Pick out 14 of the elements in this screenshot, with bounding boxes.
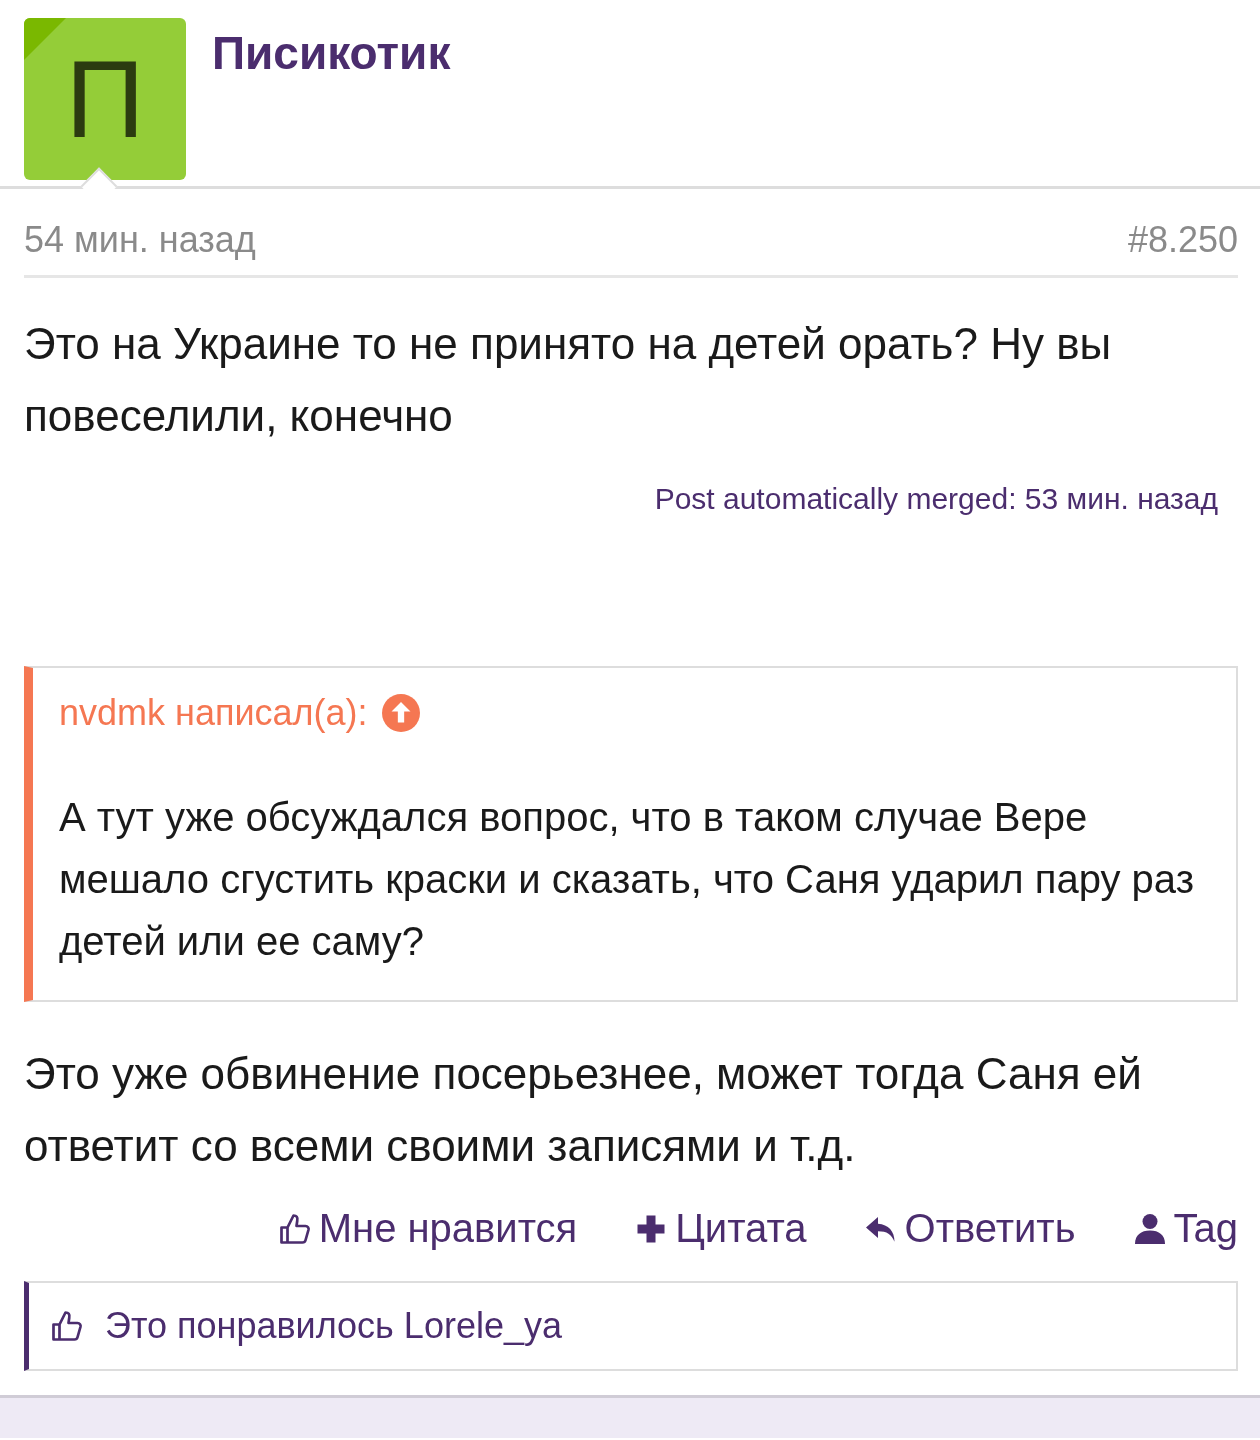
post-text: Это на Украине то не принято на детей орать? Ну вы повеселили, конечно bbox=[24, 318, 1113, 442]
quote-button[interactable]: Цитата bbox=[633, 1206, 807, 1251]
thumbs-up-icon bbox=[49, 1308, 85, 1344]
avatar[interactable]: П bbox=[24, 18, 186, 180]
likes-text: Это понравилось Lorele_ya bbox=[105, 1305, 562, 1347]
user-link[interactable]: Lorele_ya bbox=[403, 1305, 562, 1346]
merged-note: Post automatically merged: 53 мин. назад bbox=[653, 482, 1218, 516]
username[interactable]: Писикотик bbox=[212, 26, 451, 186]
post-text: Это уже обвинение посерьезнее, может тогда Саня ей ответит со всеми своими записями и т.д. bbox=[24, 1048, 1143, 1172]
arrow-up-icon[interactable] bbox=[381, 694, 420, 732]
tag-button[interactable]: Tag bbox=[1131, 1206, 1238, 1251]
like-button[interactable]: Мне нравится bbox=[276, 1206, 578, 1251]
quote-text: А тут уже обсуждался вопрос, что в таком случае Вере мешало сгустить краски и сказать, что Саня ударил пару раз детей или ее саму? bbox=[59, 794, 1195, 965]
reply-button[interactable]: Ответить bbox=[862, 1206, 1076, 1251]
